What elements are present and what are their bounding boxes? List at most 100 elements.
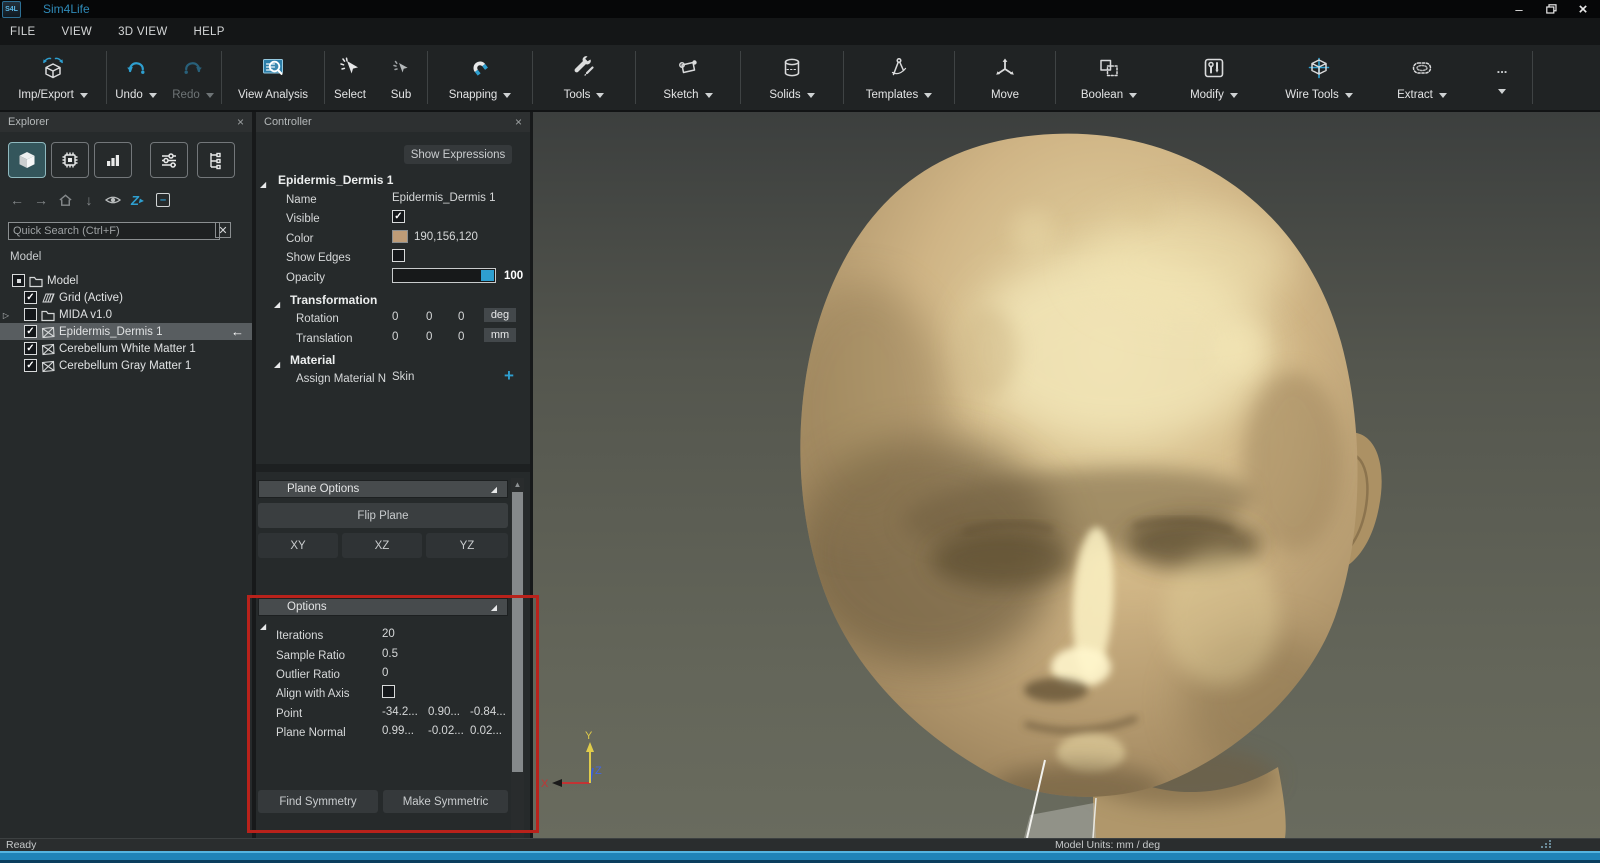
scroll-up-icon[interactable]: ▲ [511, 478, 524, 490]
restore-button[interactable] [1542, 1, 1560, 17]
flip-plane-button[interactable]: Flip Plane [258, 503, 508, 528]
collapse-all-icon[interactable]: – [152, 190, 174, 210]
plane-xz-button[interactable]: XZ [342, 533, 422, 558]
collapse-triangle-icon[interactable] [274, 294, 280, 312]
undo-button[interactable]: Undo [107, 45, 165, 110]
menu-3d-view[interactable]: 3D VIEW [118, 26, 167, 38]
extract-button[interactable]: Extract [1372, 45, 1472, 110]
view-analysis-button[interactable]: View Analysis [222, 45, 324, 110]
tab-model[interactable] [8, 142, 46, 178]
rotation-x[interactable]: 0 [392, 311, 398, 323]
dropdown-chevron-icon[interactable] [1230, 93, 1238, 98]
back-arrow-icon[interactable]: ← [6, 190, 28, 210]
rotation-z[interactable]: 0 [458, 311, 464, 323]
add-material-icon[interactable]: + [504, 366, 514, 386]
dropdown-chevron-icon[interactable] [503, 93, 511, 98]
zoom-to-icon[interactable]: Z▸ [126, 190, 148, 210]
down-arrow-icon[interactable]: ↓ [78, 190, 100, 210]
tree-item-cerebellum-white[interactable]: Cerebellum White Matter 1 [0, 340, 252, 357]
checkbox-checked[interactable] [24, 359, 37, 372]
tab-analysis[interactable] [94, 142, 132, 178]
boolean-button[interactable]: Boolean [1056, 45, 1162, 110]
tree-item-mida[interactable]: MIDA v1.0 [0, 306, 252, 323]
material-header[interactable]: Material [290, 352, 335, 367]
modify-button[interactable]: Modify [1162, 45, 1266, 110]
dropdown-chevron-icon[interactable] [149, 93, 157, 98]
opacity-value[interactable]: 100 [504, 270, 523, 282]
dropdown-chevron-icon[interactable] [1345, 93, 1353, 98]
dropdown-chevron-icon[interactable] [807, 93, 815, 98]
clear-search-icon[interactable]: ✕ [215, 222, 231, 238]
more-tools-button[interactable]: ... [1472, 45, 1532, 110]
color-swatch[interactable] [392, 230, 408, 243]
checkbox-checked[interactable] [24, 342, 37, 355]
collapse-triangle-icon[interactable] [274, 354, 280, 372]
tree-item-cerebellum-gray[interactable]: Cerebellum Gray Matter 1 [0, 357, 252, 374]
forward-arrow-icon[interactable]: → [30, 190, 52, 210]
solids-button[interactable]: Solids [741, 45, 843, 110]
dropdown-chevron-icon[interactable] [206, 93, 214, 98]
assign-material-value[interactable]: Skin [392, 371, 414, 383]
checkbox-checked[interactable] [24, 291, 37, 304]
sub-select-button[interactable]: Sub [375, 45, 427, 110]
checkbox-partial[interactable] [12, 274, 25, 287]
translation-y[interactable]: 0 [426, 331, 432, 343]
dropdown-chevron-icon[interactable] [1498, 89, 1506, 94]
wire-tools-button[interactable]: Wire Tools [1266, 45, 1372, 110]
name-value[interactable]: Epidermis_Dermis 1 [392, 192, 496, 204]
opacity-slider[interactable] [392, 268, 496, 283]
translation-z[interactable]: 0 [458, 331, 464, 343]
move-button[interactable]: Move [955, 45, 1055, 110]
redo-button[interactable]: Redo [165, 45, 221, 110]
tools-button[interactable]: Tools [533, 45, 635, 110]
progress-bar [0, 851, 1600, 863]
import-export-icon [40, 52, 66, 84]
menu-view[interactable]: VIEW [62, 26, 93, 38]
expander-icon[interactable] [0, 309, 12, 321]
dropdown-chevron-icon[interactable] [80, 93, 88, 98]
plane-xy-button[interactable]: XY [258, 533, 338, 558]
checkbox-unchecked[interactable] [24, 308, 37, 321]
opacity-slider-handle[interactable] [481, 270, 494, 281]
select-button[interactable]: Select [325, 45, 375, 110]
plane-options-header[interactable]: Plane Options [258, 480, 508, 498]
sketch-button[interactable]: Sketch [636, 45, 740, 110]
close-button[interactable]: × [1574, 1, 1592, 17]
tab-simulation[interactable] [51, 142, 89, 178]
visibility-eye-icon[interactable] [102, 190, 124, 210]
resize-grip-icon[interactable] [1540, 839, 1552, 852]
visible-checkbox[interactable] [392, 210, 405, 223]
menu-file[interactable]: FILE [10, 26, 36, 38]
show-expressions-button[interactable]: Show Expressions [404, 145, 512, 164]
dropdown-chevron-icon[interactable] [596, 93, 604, 98]
controller-close-icon[interactable]: × [515, 115, 522, 129]
color-value[interactable]: 190,156,120 [414, 231, 478, 243]
horizontal-splitter[interactable] [256, 464, 530, 472]
search-input[interactable] [8, 222, 220, 240]
entity-section-header[interactable]: Epidermis_Dermis 1 [278, 172, 393, 187]
tree-item-grid[interactable]: Grid (Active) [0, 289, 252, 306]
show-edges-checkbox[interactable] [392, 249, 405, 262]
minimize-button[interactable]: – [1510, 1, 1528, 17]
checkbox-checked[interactable] [24, 325, 37, 338]
dropdown-chevron-icon[interactable] [705, 93, 713, 98]
collapse-triangle-icon[interactable] [260, 174, 266, 192]
dropdown-chevron-icon[interactable] [924, 93, 932, 98]
rotation-y[interactable]: 0 [426, 311, 432, 323]
menu-help[interactable]: HELP [193, 26, 224, 38]
tree-item-model[interactable]: Model [0, 272, 252, 289]
tab-hierarchy[interactable] [197, 142, 235, 178]
translation-x[interactable]: 0 [392, 331, 398, 343]
home-icon[interactable] [54, 190, 76, 210]
dropdown-chevron-icon[interactable] [1439, 93, 1447, 98]
plane-yz-button[interactable]: YZ [426, 533, 508, 558]
snapping-button[interactable]: Snapping [428, 45, 532, 110]
dropdown-chevron-icon[interactable] [1129, 93, 1137, 98]
tree-item-epidermis-dermis-selected[interactable]: Epidermis_Dermis 1 ← [0, 323, 252, 340]
viewport-3d[interactable]: Z X Y [533, 112, 1600, 838]
templates-button[interactable]: Templates [844, 45, 954, 110]
explorer-close-icon[interactable]: × [237, 115, 244, 129]
transformation-header[interactable]: Transformation [290, 292, 377, 307]
tab-settings[interactable] [150, 142, 188, 178]
imp-export-button[interactable]: Imp/Export [0, 45, 106, 110]
